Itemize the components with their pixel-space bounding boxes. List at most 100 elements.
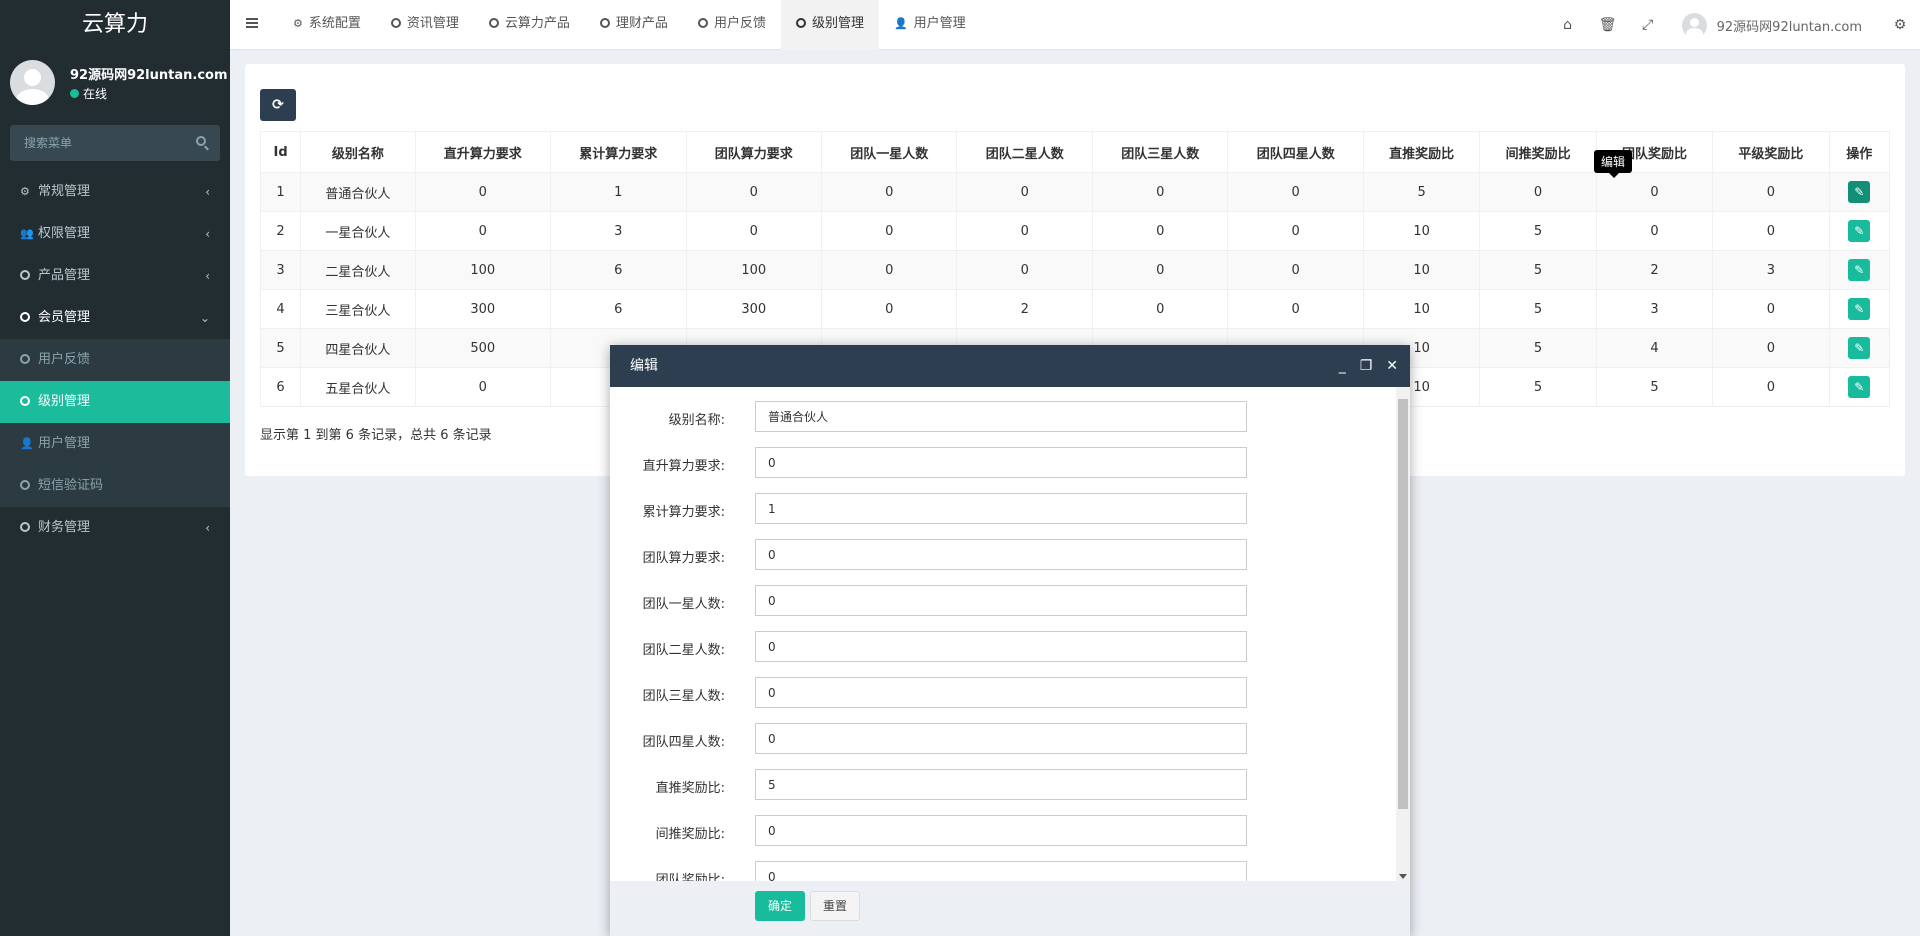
form-input[interactable] <box>755 861 1247 881</box>
form-input[interactable] <box>755 723 1247 754</box>
form-input[interactable] <box>755 585 1247 616</box>
edit-button[interactable]: ✎ <box>1848 220 1871 242</box>
user-icon: 👤 <box>893 17 908 30</box>
circle-icon <box>697 18 708 28</box>
form-input[interactable] <box>755 493 1247 524</box>
form-input[interactable] <box>755 401 1247 432</box>
edit-button[interactable]: ✎ <box>1848 298 1871 320</box>
circle-icon <box>488 18 499 28</box>
edit-button[interactable]: ✎ <box>1848 181 1871 203</box>
edit-dialog: 编辑 _ ❐ ✕ 级别名称: 直升算力要求: 累计算力要求: 团队算力要求: 团队一星人… <box>610 345 1410 936</box>
table-cell: 五星合伙人 <box>300 367 416 407</box>
col-header[interactable]: 团队二星人数 <box>956 131 1093 173</box>
col-header[interactable]: Id <box>259 131 302 173</box>
sidebar-item-members[interactable]: 会员管理 ⌄ <box>0 297 230 339</box>
cogs-icon[interactable]: ⚙ <box>1880 17 1920 33</box>
col-header[interactable]: 级别名称 <box>300 131 416 173</box>
circle-icon <box>599 18 610 28</box>
form-label: 团队三星人数: <box>642 689 725 704</box>
form-input[interactable] <box>755 447 1247 478</box>
col-header[interactable]: 团队算力要求 <box>685 131 823 173</box>
circle-icon <box>20 270 30 280</box>
col-header[interactable]: 累计算力要求 <box>550 131 687 173</box>
table-cell: 0 <box>1712 211 1830 251</box>
sidebar-item-feedback[interactable]: 用户反馈 <box>0 339 230 381</box>
sidebar-item-users[interactable]: 👤 用户管理 <box>0 423 230 465</box>
table-cell: 3 <box>259 250 302 290</box>
edit-button[interactable]: ✎ <box>1848 259 1871 281</box>
members-submenu: 用户反馈 级别管理 👤 用户管理 短信验证码 <box>0 339 230 507</box>
table-cell: 3 <box>550 211 687 251</box>
sidebar-item-products[interactable]: 产品管理 ‹ <box>0 255 230 297</box>
table-cell: 3 <box>1712 250 1830 290</box>
table-cell: 0 <box>1227 211 1364 251</box>
tab-news[interactable]: 资讯管理 <box>376 0 474 50</box>
maximize-icon[interactable]: ❐ <box>1360 345 1373 387</box>
scrollbar-thumb[interactable] <box>1398 399 1408 809</box>
menu-toggle-icon[interactable] <box>246 18 258 20</box>
home-icon[interactable]: ⌂ <box>1548 17 1588 33</box>
pencil-icon: ✎ <box>1854 341 1865 355</box>
form-row: 团队一星人数: <box>610 571 1396 617</box>
table-row: 1 普通合伙人 0 1 0 0 0 0 0 5 0 0 0 ✎ <box>259 172 1891 212</box>
col-header[interactable]: 直推奖励比 <box>1362 131 1481 173</box>
confirm-button[interactable]: 确定 <box>755 891 805 921</box>
chevron-left-icon: ‹ <box>205 269 210 283</box>
table-cell: 0 <box>414 211 552 251</box>
col-header[interactable]: 团队四星人数 <box>1227 131 1364 173</box>
form-input[interactable] <box>755 677 1247 708</box>
table-cell: 100 <box>685 250 823 290</box>
col-header[interactable]: 间推奖励比 <box>1479 131 1597 173</box>
col-header[interactable]: 团队一星人数 <box>820 131 958 173</box>
form-label: 级别名称: <box>668 413 725 428</box>
dialog-scrollbar[interactable] <box>1396 387 1410 881</box>
sidebar-item-sms[interactable]: 短信验证码 <box>0 465 230 507</box>
tab-finance-products[interactable]: 理财产品 <box>585 0 683 50</box>
scroll-down-icon[interactable] <box>1399 874 1407 879</box>
form-input[interactable] <box>755 769 1247 800</box>
table-cell: 0 <box>685 211 823 251</box>
col-header[interactable]: 直升算力要求 <box>414 131 552 173</box>
top-user-menu[interactable]: 92源码网92luntan.com <box>1668 12 1880 38</box>
app-logo[interactable]: 云算力 <box>0 0 230 50</box>
tab-levels[interactable]: 级别管理 <box>780 0 879 50</box>
table-cell: 100 <box>414 250 552 290</box>
tab-feedback[interactable]: 用户反馈 <box>683 0 781 50</box>
table-row: 2 一星合伙人 0 3 0 0 0 0 0 10 5 0 0 ✎ <box>259 211 1891 251</box>
user-name: 92源码网92luntan.com <box>70 68 228 83</box>
sidebar-item-general[interactable]: ⚙ 常规管理 ‹ <box>0 171 230 213</box>
table-cell: 5 <box>1479 367 1597 407</box>
col-header[interactable]: 平级奖励比 <box>1712 131 1830 173</box>
table-cell: 0 <box>1227 289 1364 329</box>
table-cell: 300 <box>414 289 552 329</box>
col-header[interactable]: 团队三星人数 <box>1091 131 1229 173</box>
sidebar-item-permissions[interactable]: 👥 权限管理 ‹ <box>0 213 230 255</box>
edit-button[interactable]: ✎ <box>1848 337 1871 359</box>
form-input[interactable] <box>755 631 1247 662</box>
tab-system-config[interactable]: ⚙ 系统配置 <box>278 0 376 50</box>
circle-icon <box>20 312 30 322</box>
table-cell: 二星合伙人 <box>300 250 416 290</box>
tab-cloud-products[interactable]: 云算力产品 <box>474 0 585 50</box>
search-input[interactable] <box>10 125 220 161</box>
table-cell-actions: ✎ <box>1828 211 1891 251</box>
tab-users[interactable]: 👤 用户管理 <box>879 0 981 50</box>
form-input[interactable] <box>755 815 1247 846</box>
sidebar-item-finance[interactable]: 财务管理 ‹ <box>0 507 230 549</box>
search-icon[interactable] <box>196 136 206 146</box>
sidebar-item-levels[interactable]: 级别管理 <box>0 381 230 423</box>
dialog-header[interactable]: 编辑 _ ❐ ✕ <box>610 345 1410 387</box>
minimize-icon[interactable]: _ <box>1339 345 1346 387</box>
form-input[interactable] <box>755 539 1247 570</box>
table-cell: 0 <box>1227 250 1364 290</box>
refresh-button[interactable]: ⟳ <box>260 89 296 121</box>
trash-icon[interactable]: 🗑 <box>1588 17 1628 33</box>
table-row: 3 二星合伙人 100 6 100 0 0 0 0 10 5 2 3 ✎ <box>259 250 1891 290</box>
table-cell: 10 <box>1362 289 1481 329</box>
table-cell: 5 <box>1479 250 1597 290</box>
table-cell: 三星合伙人 <box>300 289 416 329</box>
fullscreen-icon[interactable]: ⤢ <box>1628 17 1668 33</box>
edit-button[interactable]: ✎ <box>1848 376 1871 398</box>
reset-button[interactable]: 重置 <box>810 891 860 921</box>
close-icon[interactable]: ✕ <box>1386 345 1398 387</box>
